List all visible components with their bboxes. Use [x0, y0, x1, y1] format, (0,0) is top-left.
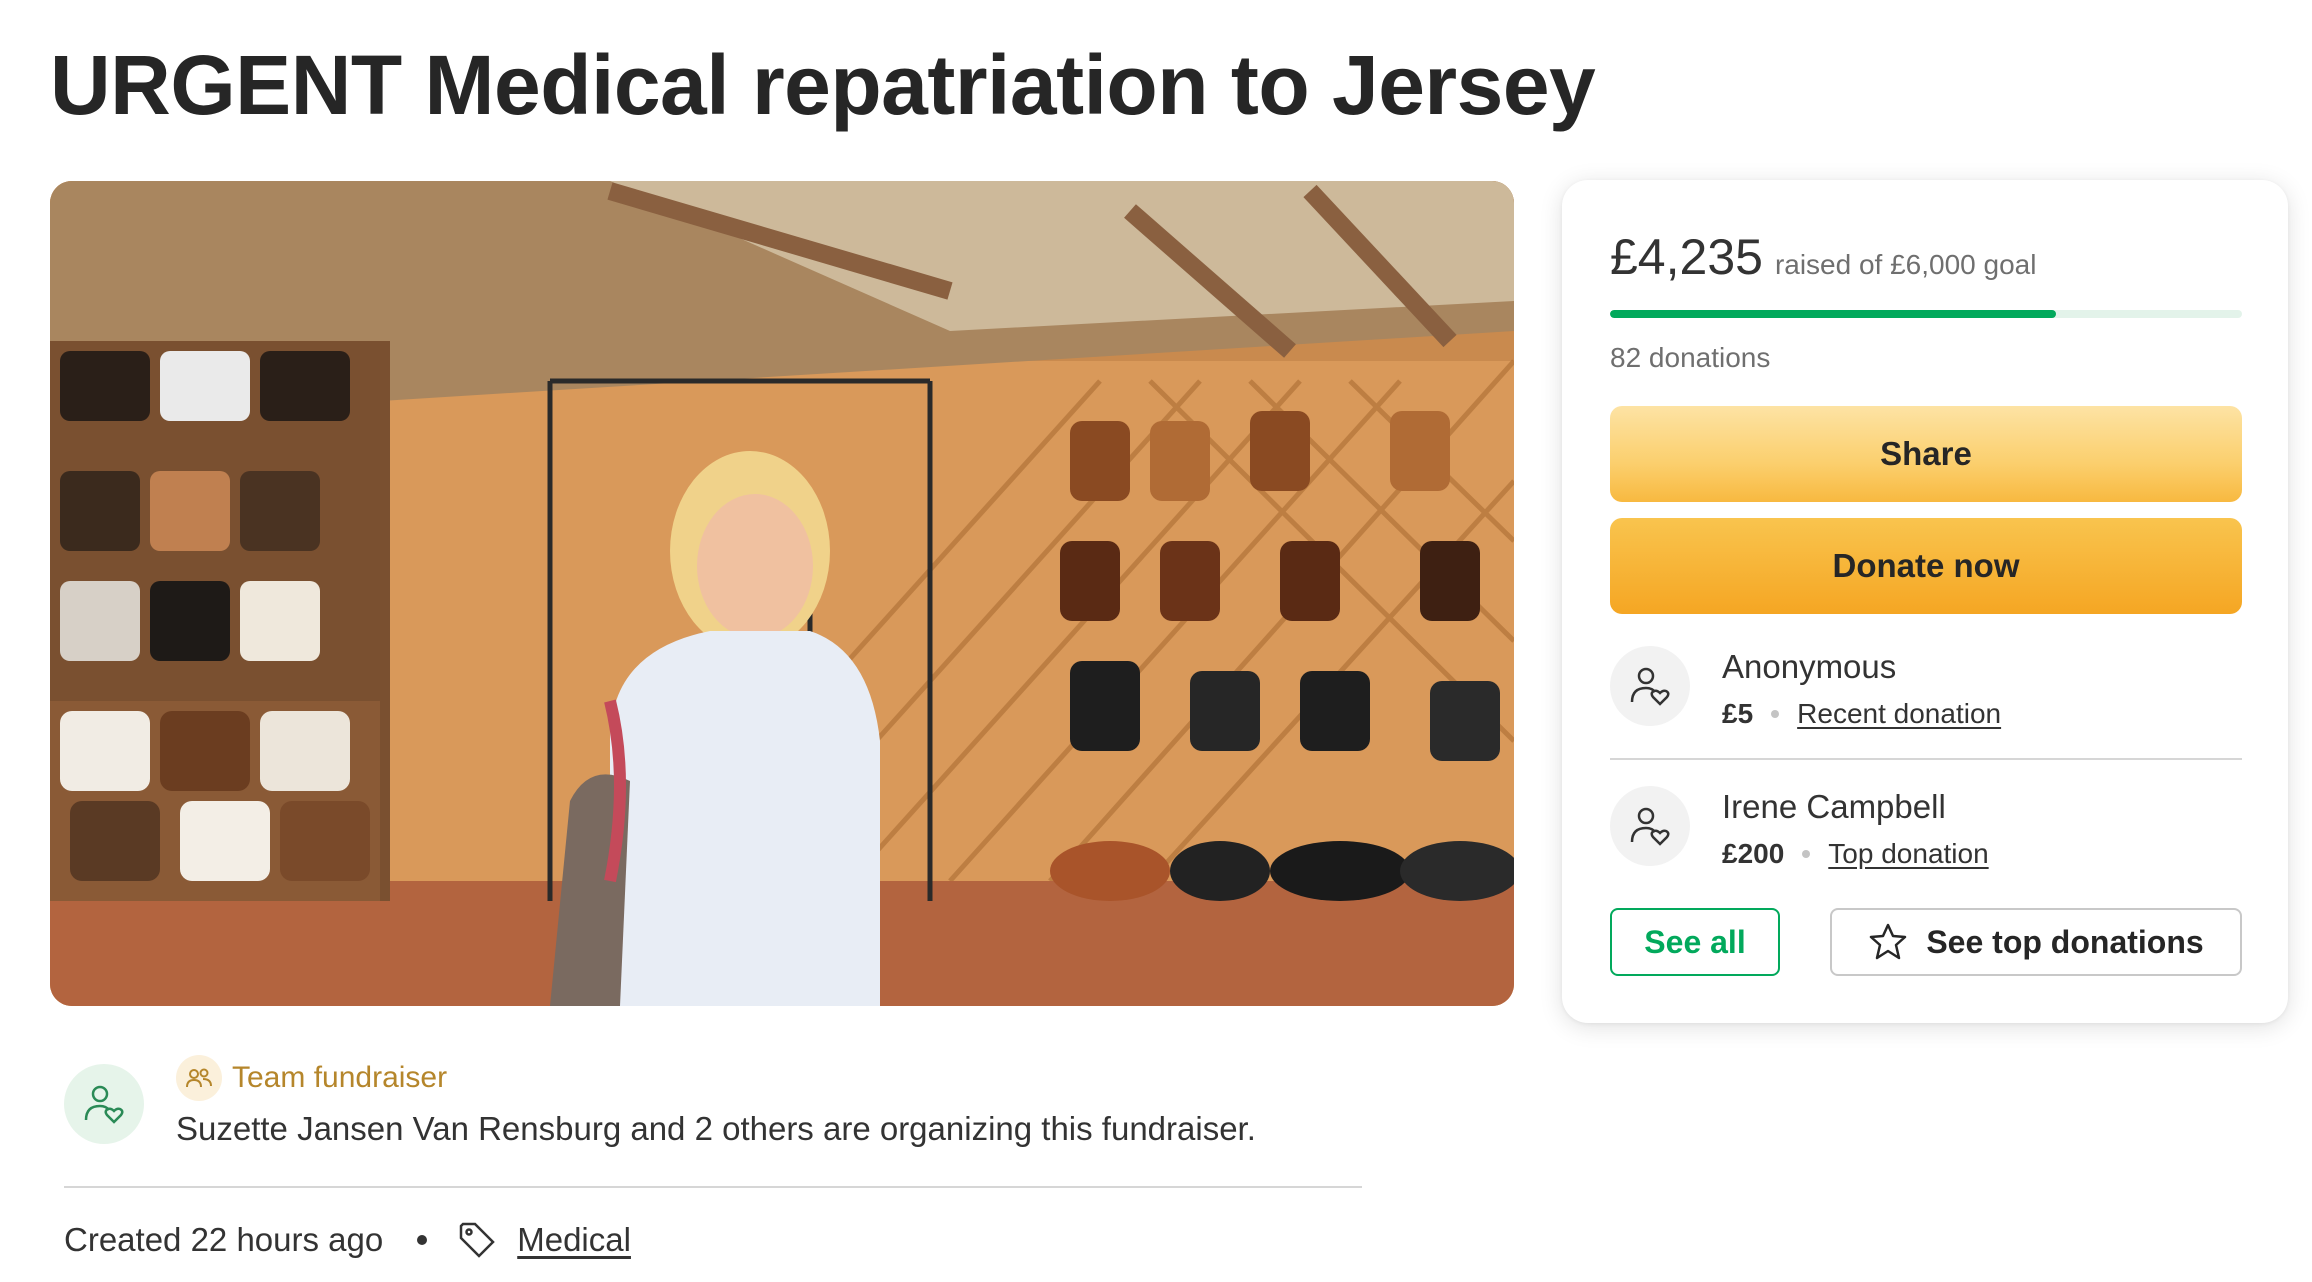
donation-card: £4,235 raised of £6,000 goal 82 donation…	[1562, 180, 2288, 1023]
organizer-avatar	[64, 1064, 144, 1144]
fundraiser-meta: Created 22 hours ago Medical	[64, 1220, 631, 1260]
recent-donation-link[interactable]: Recent donation	[1797, 698, 2001, 730]
separator-dot	[417, 1235, 428, 1245]
person-heart-icon	[1630, 667, 1670, 706]
person-heart-icon	[1630, 807, 1670, 846]
separator-dot	[1802, 850, 1811, 858]
organizer-text: Suzette Jansen Van Rensburg and 2 others…	[176, 1110, 1256, 1147]
progress-bar	[1610, 310, 2242, 318]
see-top-donations-label: See top donations	[1926, 923, 2204, 960]
donor-name: Anonymous	[1722, 648, 1897, 685]
created-text: Created 22 hours ago	[64, 1221, 384, 1258]
raised-row: £4,235 raised of £6,000 goal	[1610, 228, 2036, 286]
separator-dot	[1771, 710, 1780, 718]
goal-text: raised of £6,000 goal	[1774, 249, 2037, 280]
hero-image	[50, 181, 1514, 1006]
see-all-button[interactable]: See all	[1610, 908, 1780, 976]
people-icon	[176, 1055, 222, 1101]
divider	[64, 1186, 1362, 1188]
donor-avatar	[1610, 646, 1690, 726]
donor-avatar	[1610, 786, 1690, 866]
tag-icon	[457, 1220, 497, 1260]
donate-now-button[interactable]: Donate now	[1610, 518, 2242, 614]
donor-item: Anonymous £5 Recent donation	[1610, 646, 2242, 756]
team-fundraiser-label: Team fundraiser	[232, 1061, 448, 1094]
donor-amount: £5	[1722, 698, 1754, 729]
category-link[interactable]: Medical	[517, 1221, 631, 1259]
star-icon	[1870, 923, 1907, 960]
see-top-donations-button[interactable]: See top donations	[1830, 908, 2242, 976]
donor-item: Irene Campbell £200 Top donation	[1610, 786, 2242, 896]
top-donation-link[interactable]: Top donation	[1828, 838, 1988, 870]
donor-details: £200 Top donation	[1722, 838, 1989, 870]
donor-name: Irene Campbell	[1722, 788, 1946, 825]
person-heart-icon	[84, 1085, 124, 1124]
progress-fill	[1610, 310, 2057, 318]
divider	[1610, 758, 2242, 760]
share-button[interactable]: Share	[1610, 406, 2242, 502]
team-fundraiser-row: Team fundraiser	[176, 1055, 447, 1101]
donor-amount: £200	[1722, 838, 1785, 869]
donor-details: £5 Recent donation	[1722, 698, 2001, 730]
raised-amount: £4,235	[1610, 229, 1763, 285]
donations-count: 82 donations	[1610, 342, 1771, 373]
page-title: URGENT Medical repatriation to Jersey	[50, 38, 1596, 132]
